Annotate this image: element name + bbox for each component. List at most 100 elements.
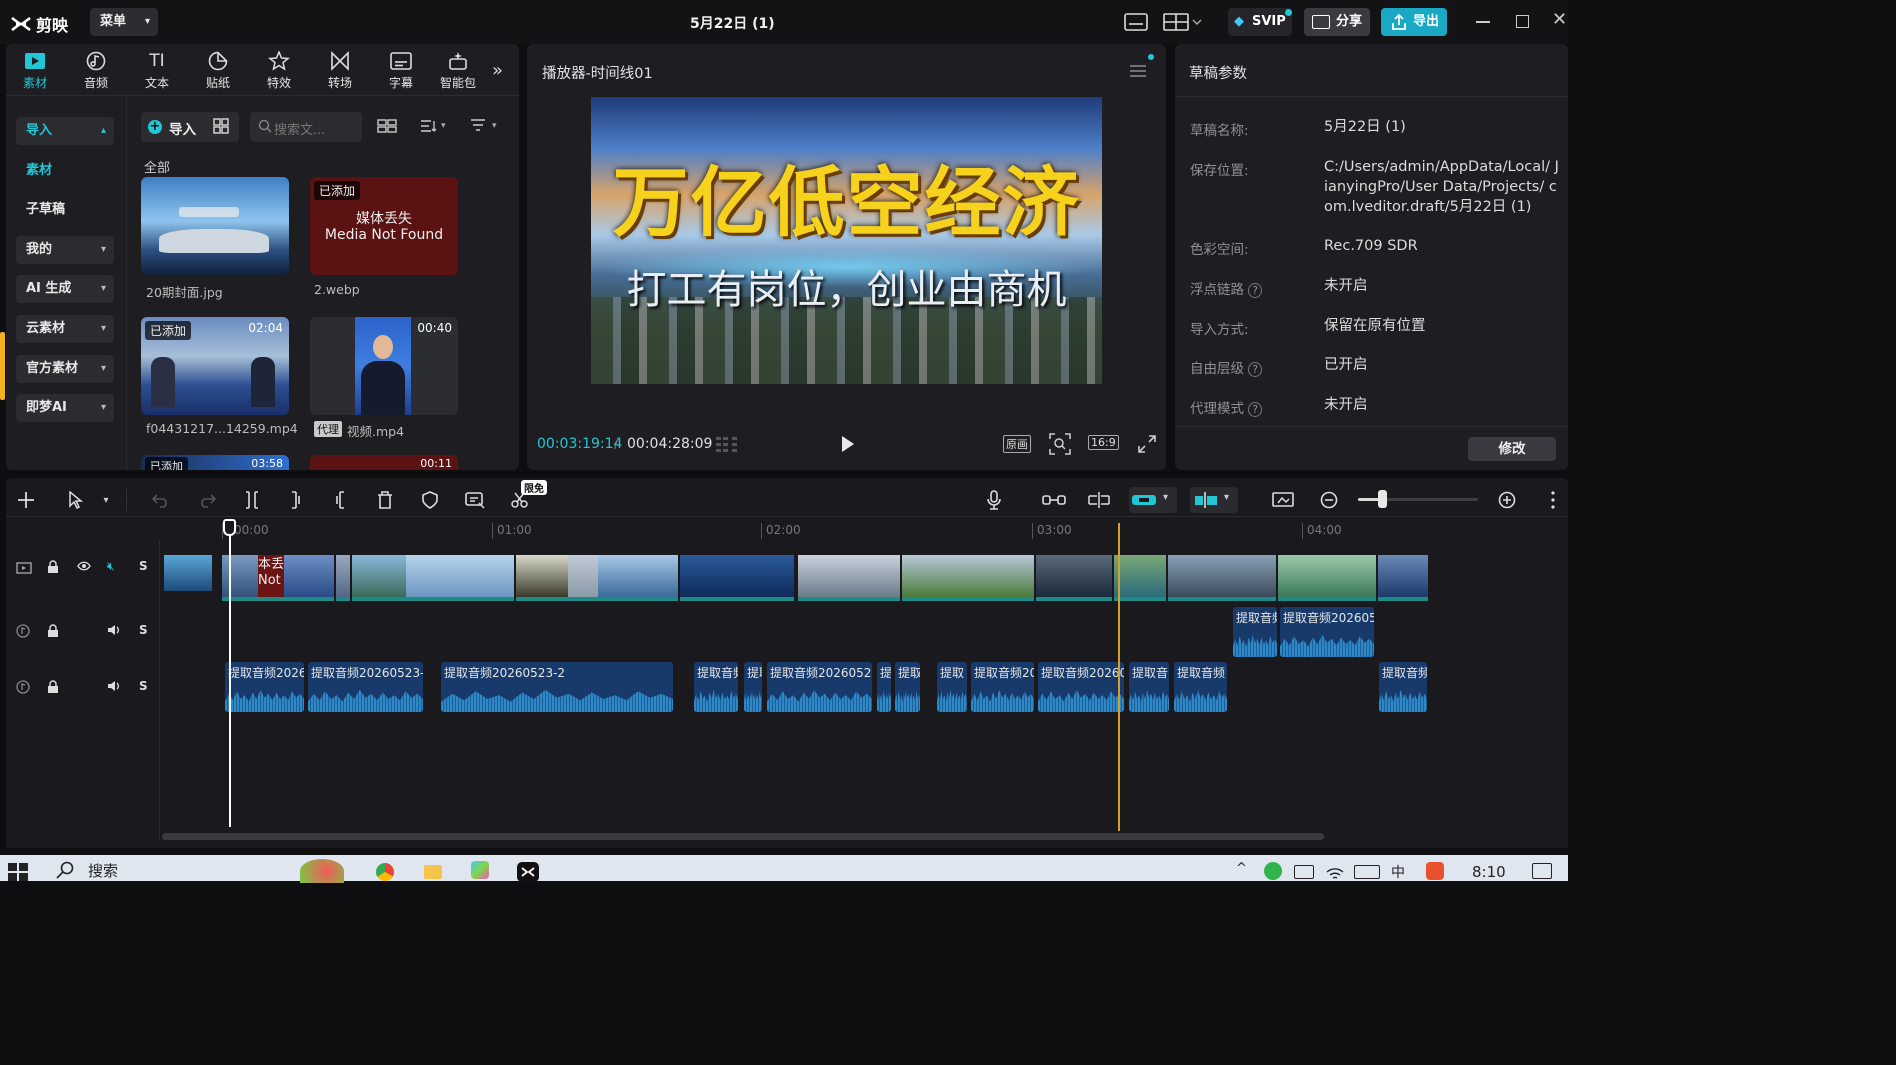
video-clip[interactable] (516, 555, 568, 601)
volume-icon[interactable] (107, 680, 121, 692)
player-menu-icon[interactable] (1130, 64, 1146, 78)
delete-icon[interactable] (372, 487, 398, 513)
search-icon[interactable] (56, 861, 74, 879)
redo-icon[interactable] (194, 487, 220, 513)
sidebar-item-mine[interactable]: 我的 ▾ (16, 236, 114, 264)
app-store-icon[interactable] (471, 861, 489, 879)
sidebar-item-media[interactable]: 素材 (16, 157, 114, 185)
audio-clip[interactable]: 提取音频2026052 (767, 662, 872, 712)
video-clip[interactable] (680, 555, 794, 601)
audio-clip[interactable]: 提取音频 (1379, 662, 1427, 712)
horizontal-scrollbar[interactable] (162, 833, 1324, 840)
audio-clip[interactable]: 提取音频 (694, 662, 738, 712)
audio-clip[interactable]: 提取音频 (1174, 662, 1227, 712)
zoom-fit-icon[interactable] (1049, 433, 1071, 455)
tab-audio[interactable]: 音频 (68, 50, 124, 91)
tab-sticker[interactable]: 贴纸 (190, 50, 246, 91)
mute-speaker-icon[interactable]: 🔇︎ (107, 559, 115, 574)
video-clip[interactable] (598, 555, 678, 601)
eye-icon[interactable] (77, 561, 91, 571)
video-preview[interactable]: 万亿低空经济 打工有岗位，创业由商机 (591, 97, 1102, 384)
video-clip[interactable] (1114, 555, 1166, 601)
preview-quality-icon[interactable] (1270, 487, 1296, 513)
undo-icon[interactable] (148, 487, 174, 513)
playhead-line[interactable] (229, 533, 231, 827)
more-tabs-icon[interactable]: » (492, 60, 503, 81)
fullscreen-icon[interactable] (1138, 435, 1156, 453)
select-tool-icon[interactable] (63, 487, 89, 513)
cover-icon[interactable] (16, 562, 32, 574)
sort-icon[interactable]: ▾ (419, 118, 446, 134)
tab-subtitle[interactable]: 字幕 (373, 50, 429, 91)
play-icon[interactable] (840, 435, 856, 453)
menu-button[interactable]: 菜单 ▾ (90, 8, 158, 36)
solo-icon[interactable]: S (139, 679, 148, 693)
input-method-icon[interactable]: 中 (1391, 862, 1405, 882)
video-clip[interactable] (1036, 555, 1112, 601)
tab-smart-pack[interactable]: 智能包 (430, 50, 486, 91)
audio-clip[interactable]: 提取 (895, 662, 920, 712)
auto-reframe-icon[interactable] (462, 487, 488, 513)
video-clip[interactable] (222, 555, 258, 601)
layout-icon[interactable] (1163, 12, 1203, 32)
help-icon[interactable]: ? (1248, 402, 1263, 417)
original-quality-button[interactable]: 原画 (1003, 435, 1031, 453)
video-clip[interactable] (798, 555, 900, 601)
lock-icon[interactable] (47, 624, 59, 638)
chevron-up-icon[interactable]: ^ (1236, 861, 1247, 876)
tab-transition[interactable]: 转场 (312, 50, 368, 91)
audio-clip[interactable]: 提取音频 (1233, 607, 1277, 657)
media-thumbnail-missing[interactable]: 已添加 媒体丢失 Media Not Found (310, 177, 458, 275)
network-icon[interactable] (1294, 865, 1314, 879)
video-clip[interactable] (1278, 555, 1376, 601)
video-clip[interactable] (902, 555, 1034, 601)
audio-clip[interactable]: 提取音 (1129, 662, 1169, 712)
audio-clip[interactable]: 提取音频20260 (1038, 662, 1124, 712)
media-thumbnail[interactable]: 已添加 03:58 (141, 455, 289, 470)
zoom-out-icon[interactable] (1316, 487, 1342, 513)
video-clip[interactable] (406, 555, 514, 601)
playhead-handle[interactable] (223, 519, 236, 536)
export-button[interactable]: 导出 (1381, 8, 1447, 36)
sidebar-item-import[interactable]: 导入 ▴ (16, 117, 114, 145)
filter-icon[interactable]: ▾ (470, 118, 497, 134)
split-icon[interactable] (239, 487, 265, 513)
more-options-icon[interactable] (1540, 487, 1566, 513)
missing-video-clip[interactable]: 本丢 Not (258, 555, 284, 601)
sidebar-item-subdraft[interactable]: 子草稿 (16, 196, 114, 224)
capcut-taskbar-icon[interactable] (517, 862, 539, 882)
notification-center-icon[interactable] (1532, 863, 1552, 879)
timeline-ruler[interactable] (160, 518, 1568, 540)
sidebar-item-official[interactable]: 官方素材 ▾ (16, 355, 114, 383)
zoom-in-icon[interactable] (1494, 487, 1520, 513)
weather-widget-icon[interactable] (300, 859, 344, 883)
wps-icon[interactable] (1426, 862, 1444, 880)
video-clip[interactable] (352, 555, 406, 601)
audio-clip[interactable]: 提取音频20260523- (308, 662, 423, 712)
wifi-icon[interactable] (1326, 863, 1344, 879)
snap-icon[interactable] (1086, 487, 1112, 513)
media-thumbnail[interactable]: 已添加 02:04 (141, 317, 289, 415)
volume-icon[interactable] (107, 624, 121, 636)
help-icon[interactable]: ? (1248, 283, 1263, 298)
audio-clip[interactable]: 提取音频20260523-2 (441, 662, 673, 712)
layout-toggle-icon[interactable] (377, 118, 397, 134)
import-button[interactable]: 导入 (169, 118, 196, 138)
keyboard-icon[interactable] (1354, 865, 1380, 879)
sidebar-item-ai-generate[interactable]: AI 生成 ▾ (16, 275, 114, 303)
maximize-icon[interactable] (1516, 15, 1529, 28)
minimize-icon[interactable] (1476, 21, 1490, 23)
link-icon[interactable] (1041, 487, 1067, 513)
audio-clip[interactable]: 提取音频2026 (225, 662, 304, 712)
solo-icon[interactable]: S (139, 623, 148, 637)
microphone-icon[interactable] (981, 487, 1007, 513)
trim-left-icon[interactable] (283, 487, 309, 513)
svip-button[interactable]: ◆ SVIP (1228, 8, 1292, 36)
video-clip[interactable] (284, 555, 334, 601)
help-icon[interactable]: ? (1248, 362, 1263, 377)
share-button[interactable]: 分享 (1304, 8, 1370, 36)
solo-icon[interactable]: S (139, 559, 148, 573)
subtitle-layout-icon[interactable] (1124, 12, 1148, 32)
audio-clip[interactable]: 提取音频2026 (971, 662, 1034, 712)
audio-clip[interactable]: 提取音频202605 (1280, 607, 1374, 657)
